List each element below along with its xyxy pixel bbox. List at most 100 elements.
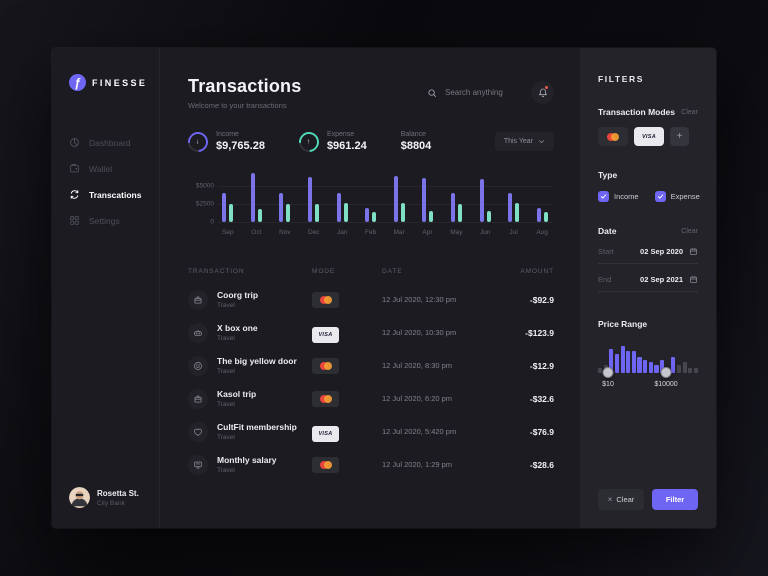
visa-chip: VISA	[312, 327, 339, 343]
transaction-title: CultFit membership	[217, 422, 297, 432]
close-icon: ×	[608, 495, 613, 504]
settings-icon	[69, 215, 80, 226]
column-header: DATE	[382, 268, 502, 275]
transaction-title: X box one	[217, 323, 258, 333]
stats-row: ↓Income$9,765.28↑Expense$961.24Balance$8…	[188, 131, 554, 152]
income-bar	[508, 193, 512, 222]
transaction-icon-circle	[188, 323, 208, 343]
apply-filter-button[interactable]: Filter	[652, 489, 698, 510]
clear-date-link[interactable]: Clear	[681, 228, 698, 235]
transaction-title: Coorg trip	[217, 290, 258, 300]
amount-cell: -$92.9	[502, 295, 554, 305]
add-mode-button[interactable]: +	[670, 127, 689, 146]
income-bar	[222, 193, 226, 222]
filters-panel: FILTERS Transaction Modes Clear VISA+ Ty…	[580, 48, 716, 528]
table-row[interactable]: CultFit membershipTravelVISA12 Jul 2020,…	[188, 415, 554, 448]
date-field-start[interactable]: Start02 Sep 2020	[598, 247, 698, 264]
mastercard-orange-circle	[611, 133, 619, 141]
chart-bar-group: May	[450, 172, 462, 236]
sidebar-item-label: Dashboard	[89, 138, 131, 148]
stat-value: $961.24	[327, 140, 367, 152]
wallet-icon	[69, 163, 80, 174]
period-selector[interactable]: This Year	[495, 132, 554, 151]
y-axis-tick-label: $5000	[196, 183, 214, 190]
histogram-bar	[654, 365, 658, 373]
mastercard-chip[interactable]	[598, 127, 628, 146]
sidebar-item-settings[interactable]: Settings	[69, 215, 159, 226]
sidebar-item-dashboard[interactable]: Dashboard	[69, 137, 159, 148]
visa-chip[interactable]: VISA	[634, 127, 664, 146]
checkbox-income[interactable]: Income	[598, 191, 639, 202]
user-profile[interactable]: Rosetta St. City Bank	[69, 487, 159, 508]
amount-cell: -$123.9	[502, 328, 554, 338]
column-header: TRANSACTION	[188, 268, 312, 275]
transaction-category: Travel	[217, 434, 297, 441]
table-row[interactable]: Coorg tripTravel 12 Jul 2020, 12:30 pm-$9…	[188, 283, 554, 316]
transaction-icon-circle	[188, 455, 208, 475]
x-axis-tick-label: Mar	[394, 229, 405, 236]
brand-name: FINESSE	[92, 78, 147, 88]
sidebar-item-transcations[interactable]: Transcations	[69, 189, 159, 200]
histogram-bar	[694, 368, 698, 373]
brand: ƒ FINESSE	[69, 74, 159, 91]
bell-icon	[538, 88, 548, 98]
table-row[interactable]: Kasol tripTravel12 Jul 2020, 6:20 pm-$32…	[188, 382, 554, 415]
table-row[interactable]: The big yellow doorTravel12 Jul 2020, 8:…	[188, 349, 554, 382]
date-cell: 12 Jul 2020, 6:20 pm	[382, 394, 502, 403]
amount-cell: -$28.6	[502, 460, 554, 470]
notifications-button[interactable]	[531, 81, 554, 104]
transaction-icon-circle	[188, 290, 208, 310]
date-field-label: Start	[598, 247, 640, 256]
x-axis-tick-label: Oct	[251, 229, 261, 236]
column-header: AMOUNT	[502, 268, 554, 275]
search-input[interactable]	[443, 87, 519, 98]
period-value: This Year	[504, 138, 533, 145]
search-icon	[427, 88, 437, 98]
search-field[interactable]	[427, 87, 519, 98]
expense-ring-icon: ↑	[295, 127, 323, 155]
chart-bar-group: Nov	[279, 172, 291, 236]
table-row[interactable]: X box oneTravelVISA12 Jul 2020, 10:30 pm…	[188, 316, 554, 349]
chart-bar-group: Feb	[365, 172, 376, 236]
date-cell: 12 Jul 2020, 12:30 pm	[382, 295, 502, 304]
notification-dot	[545, 86, 548, 89]
transaction-cell: Coorg tripTravel	[188, 290, 312, 310]
transaction-modes-chips: VISA +	[598, 127, 698, 146]
type-label: Type	[598, 170, 617, 180]
date-field-end[interactable]: End02 Sep 2021	[598, 275, 698, 292]
mastercard-orange-circle	[324, 395, 332, 403]
sidebar-item-wallet[interactable]: Wallet	[69, 163, 159, 174]
finesse-logo-icon: ƒ	[69, 74, 86, 91]
sidebar-nav: Dashboard Wallet Transcations Settings	[69, 137, 159, 226]
sidebar: ƒ FINESSE Dashboard Wallet Transcations Set…	[52, 48, 160, 528]
histogram-bar	[683, 362, 687, 373]
mode-cell	[312, 390, 382, 408]
page-subtitle: Welcome to your transactions	[188, 101, 301, 110]
x-axis-tick-label: Aug	[536, 229, 548, 236]
clear-modes-link[interactable]: Clear	[681, 109, 698, 116]
clear-filters-button[interactable]: × Clear	[598, 489, 644, 510]
chevron-down-icon	[538, 138, 545, 145]
expense-bar	[515, 203, 519, 222]
calendar-icon	[689, 275, 698, 284]
date-cell: 12 Jul 2020, 10:30 pm	[382, 328, 502, 337]
histogram-bar	[677, 365, 681, 373]
amount-cell: -$76.9	[502, 427, 554, 437]
table-row[interactable]: Monthly salaryTravel12 Jul 2020, 1:29 pm…	[188, 448, 554, 481]
arrow-up-icon: ↑	[307, 138, 311, 145]
mode-cell	[312, 357, 382, 375]
chart-bar-group: Oct	[251, 172, 262, 236]
mastercard-orange-circle	[324, 461, 332, 469]
stat-expense: ↑Expense$961.24	[299, 131, 367, 152]
income-bar	[394, 176, 398, 222]
min-price-handle[interactable]	[603, 367, 614, 378]
histogram-bar	[615, 354, 619, 373]
transaction-cell: Monthly salaryTravel	[188, 455, 312, 475]
income-bar	[537, 208, 541, 222]
max-price-handle[interactable]	[661, 367, 672, 378]
mode-cell: VISA	[312, 422, 382, 442]
x-axis-tick-label: Apr	[422, 229, 432, 236]
checkbox-expense[interactable]: Expense	[655, 191, 700, 202]
transaction-category: Travel	[217, 368, 297, 375]
x-axis-tick-label: Dec	[308, 229, 320, 236]
